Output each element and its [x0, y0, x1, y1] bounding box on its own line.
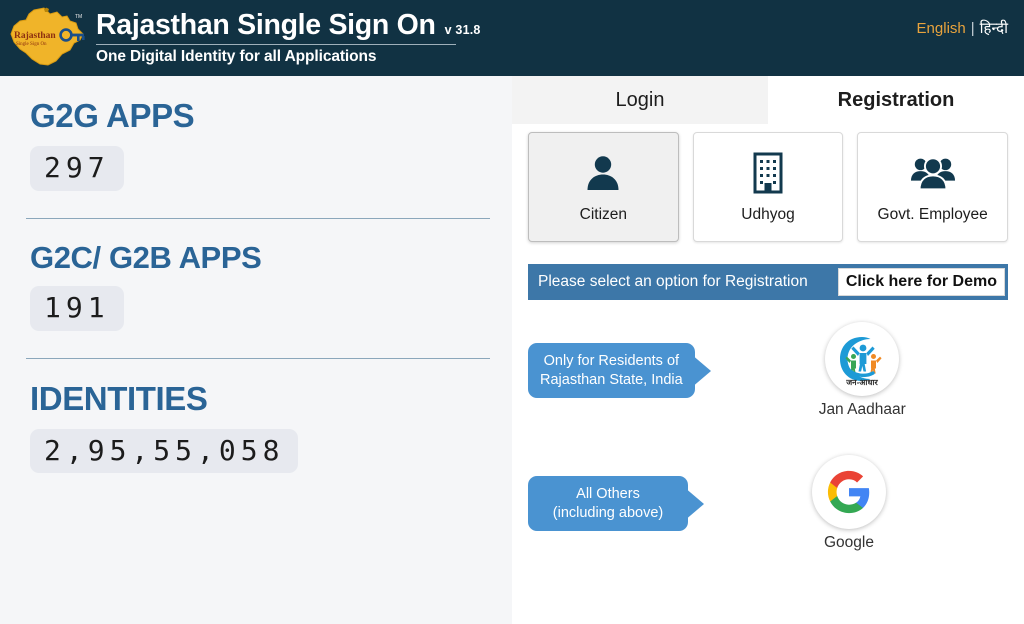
registration-type-label: Govt. Employee: [877, 206, 988, 223]
jan-aadhaar-script-text: जन-आधार: [845, 378, 878, 387]
stats-panel: G2G APPS 297 G2C/ G2B APPS 191 IDENTITIE…: [0, 76, 512, 624]
jan-aadhaar-option: जन-आधार Jan Aadhaar: [819, 322, 906, 419]
registration-type-label: Citizen: [579, 206, 628, 223]
app-version-label: v 31.8: [444, 23, 481, 38]
auth-tabs: Login Registration: [512, 76, 1024, 124]
google-logo-icon[interactable]: [812, 455, 886, 529]
jan-aadhaar-callout: Only for Residents of Rajasthan State, I…: [528, 342, 695, 399]
tab-login[interactable]: Login: [512, 76, 768, 124]
stat-value: 191: [44, 291, 110, 325]
callout-line: Only for Residents of: [543, 352, 680, 369]
stat-g2g-apps: G2G APPS 297: [0, 97, 512, 191]
stat-identities: IDENTITIES 2,95,55,058: [0, 379, 512, 474]
language-option-hindi[interactable]: हिन्दी: [980, 18, 1008, 38]
title-divider: [96, 43, 456, 45]
stat-g2c-g2b-apps: G2C/ G2B APPS 191: [0, 239, 512, 331]
notice-text: Please select an option for Registration: [538, 273, 808, 290]
stat-counter-chip: 297: [30, 145, 124, 191]
svg-text:Single Sign On: Single Sign On: [16, 42, 47, 47]
callout-line: All Others: [576, 485, 640, 502]
body-split: G2G APPS 297 G2C/ G2B APPS 191 IDENTITIE…: [0, 76, 1024, 624]
jan-aadhaar-logo-icon[interactable]: जन-आधार: [825, 322, 900, 396]
option-row-google: All Others (including above) Google: [512, 455, 1024, 552]
page-header: Rajasthan Single Sign On TM Rajasthan Si…: [0, 0, 1024, 76]
svg-text:Rajasthan: Rajasthan: [14, 31, 56, 41]
person-icon: [580, 150, 626, 196]
registration-type-govt-employee[interactable]: Govt. Employee: [857, 132, 1009, 242]
rajasthan-state-map-logo-icon: Rajasthan Single Sign On TM: [0, 0, 92, 76]
google-label: Google: [824, 534, 874, 551]
google-option: Google: [812, 455, 886, 552]
registration-type-cards: Citizen Udhyog Govt. Employee: [512, 124, 1024, 242]
page-title: Rajasthan Single Sign On: [96, 9, 436, 42]
option-row-jan-aadhaar: Only for Residents of Rajasthan State, I…: [512, 322, 1024, 419]
header-title-block: Rajasthan Single Sign On v 31.8 One Digi…: [96, 10, 481, 65]
sso-portal-page: Rajasthan Single Sign On TM Rajasthan Si…: [0, 0, 1024, 624]
language-selector: English | हिन्दी: [917, 18, 1008, 38]
language-separator: |: [970, 19, 975, 37]
stat-counter-chip: 2,95,55,058: [30, 428, 299, 474]
registration-type-label: Udhyog: [741, 206, 795, 223]
stat-label: G2G APPS: [30, 97, 195, 134]
demo-button[interactable]: Click here for Demo: [837, 267, 1005, 297]
registration-type-citizen[interactable]: Citizen: [528, 132, 679, 242]
callout-line: (including above): [552, 504, 664, 521]
stat-label: IDENTITIES: [30, 379, 208, 417]
language-option-english[interactable]: English: [917, 20, 966, 37]
callout-line: Rajasthan State, India: [540, 371, 683, 388]
building-icon: [745, 150, 791, 196]
google-callout: All Others (including above): [528, 475, 688, 532]
stat-label: G2C/ G2B APPS: [30, 239, 262, 275]
jan-aadhaar-label: Jan Aadhaar: [818, 401, 906, 418]
stat-value: 2,95,55,058: [44, 433, 285, 467]
tab-registration[interactable]: Registration: [768, 76, 1024, 124]
auth-panel: Login Registration Citizen Udhyog Govt. …: [512, 76, 1024, 624]
registration-notice-bar: Please select an option for Registration…: [528, 264, 1008, 300]
svg-text:TM: TM: [75, 14, 82, 20]
people-group-icon: [910, 150, 956, 196]
stat-counter-chip: 191: [30, 286, 124, 331]
stat-value: 297: [44, 150, 110, 184]
page-subtitle: One Digital Identity for all Application…: [96, 47, 377, 65]
registration-type-udhyog[interactable]: Udhyog: [692, 132, 844, 242]
